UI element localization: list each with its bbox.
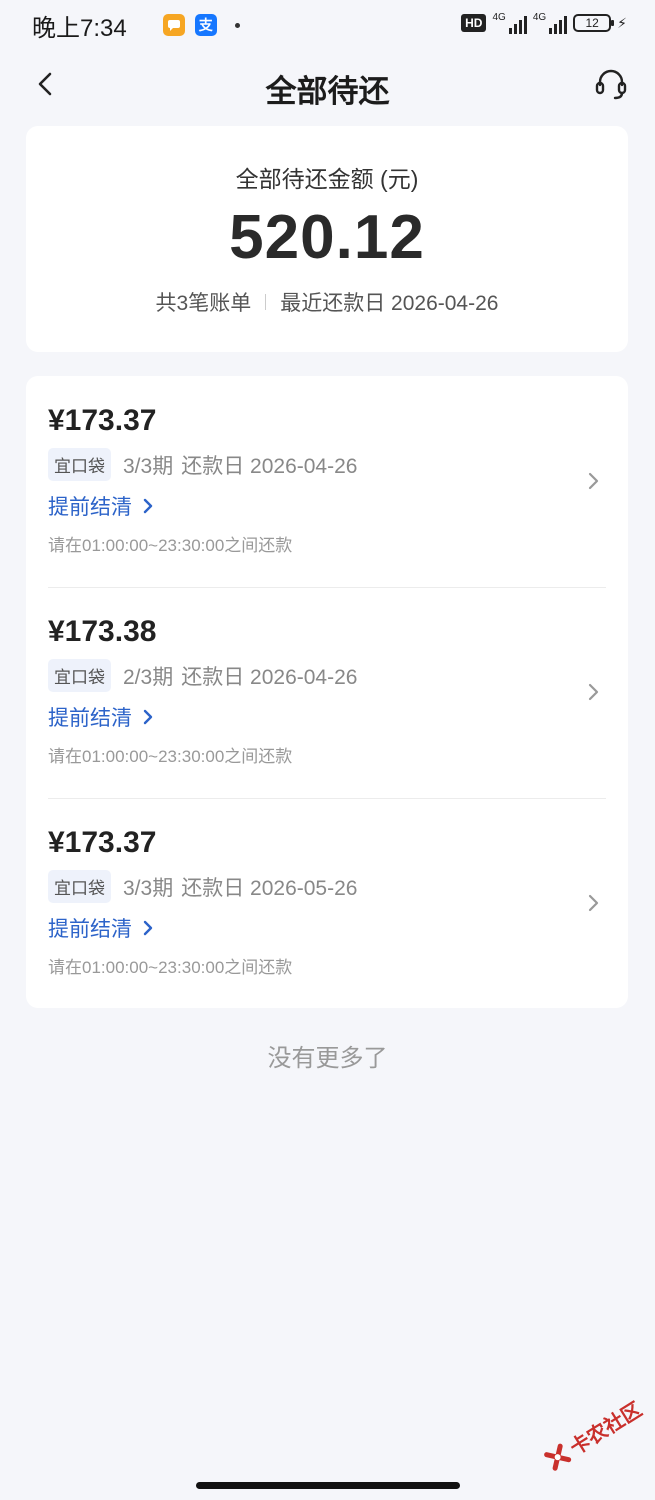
notification-icons: 支 [162, 14, 240, 36]
early-settle-link[interactable]: 提前结清 [48, 913, 154, 943]
repay-time-note: 请在01:00:00~23:30:00之间还款 [48, 536, 293, 555]
bill-amount: ¥173.37 [48, 404, 157, 437]
bill-list: ¥173.37 宜口袋 3/3期 还款日 2026-04-26 提前结清 请在0… [26, 376, 628, 1008]
latest-due-date: 最近还款日 2026-04-26 [280, 292, 499, 315]
product-tag: 宜口袋 [48, 448, 111, 481]
chevron-right-icon [143, 709, 153, 725]
bill-term: 3/3期 [123, 454, 174, 478]
page-title: 全部待还 [265, 74, 390, 109]
watermark-text: 卡农社区 [566, 1398, 646, 1460]
bill-item[interactable]: ¥173.37 宜口袋 3/3期 还款日 2026-04-26 提前结清 请在0… [26, 376, 628, 587]
chevron-right-icon [588, 683, 599, 701]
bill-amount: ¥173.38 [48, 615, 157, 648]
bill-due-date: 还款日 2026-04-26 [181, 665, 358, 689]
signal-icon-2: 4G [533, 12, 568, 34]
bill-term: 3/3期 [123, 876, 174, 900]
system-indicators: HD 4G 4G 12 ⚡ [461, 12, 627, 34]
alipay-icon: 支 [194, 14, 217, 36]
chevron-right-icon [143, 498, 153, 514]
signal-icon: 4G [492, 12, 527, 34]
home-indicator[interactable] [196, 1482, 460, 1489]
meta-divider [265, 294, 267, 310]
more-notifications-dot [234, 22, 240, 28]
status-time: 晚上7:34 [32, 14, 127, 42]
chevron-right-icon [588, 894, 599, 912]
status-bar: 晚上7:34 支 HD 4G 4G 12 ⚡ [0, 0, 655, 50]
charging-icon: ⚡ [617, 14, 627, 31]
no-more-text: 没有更多了 [267, 1045, 388, 1072]
bill-item[interactable]: ¥173.37 宜口袋 3/3期 还款日 2026-05-26 提前结清 请在0… [26, 798, 628, 1009]
early-settle-label: 提前结清 [48, 918, 132, 941]
nav-header: 全部待还 [0, 56, 655, 112]
hd-badge: HD [461, 14, 487, 32]
product-tag: 宜口袋 [48, 870, 111, 903]
chevron-right-icon [588, 472, 599, 490]
bill-item[interactable]: ¥173.38 宜口袋 2/3期 还款日 2026-04-26 提前结清 请在0… [26, 587, 628, 798]
bill-info: 宜口袋 3/3期 还款日 2026-05-26 [48, 870, 606, 903]
repay-time-note: 请在01:00:00~23:30:00之间还款 [48, 958, 293, 977]
bill-due-date: 还款日 2026-05-26 [181, 876, 358, 900]
bill-due-date: 还款日 2026-04-26 [181, 454, 358, 478]
bill-info: 宜口袋 3/3期 还款日 2026-04-26 [48, 448, 606, 481]
summary-card: 全部待还金额 (元) 520.12 共3笔账单 最近还款日 2026-04-26 [26, 126, 628, 352]
customer-service-headset-icon[interactable] [593, 66, 629, 102]
early-settle-label: 提前结清 [48, 496, 132, 519]
watermark: 卡农社区 [540, 1394, 647, 1476]
bill-amount: ¥173.37 [48, 826, 157, 859]
early-settle-link[interactable]: 提前结清 [48, 491, 154, 521]
bill-term: 2/3期 [123, 665, 174, 689]
chevron-right-icon [143, 920, 153, 936]
early-settle-link[interactable]: 提前结清 [48, 702, 154, 732]
bill-count: 共3笔账单 [155, 292, 252, 315]
total-amount: 520.12 [229, 203, 425, 272]
product-tag: 宜口袋 [48, 659, 111, 692]
summary-label: 全部待还金额 (元) [235, 166, 419, 192]
early-settle-label: 提前结清 [48, 707, 132, 730]
chat-bubble-icon [162, 14, 185, 36]
repay-time-note: 请在01:00:00~23:30:00之间还款 [48, 747, 293, 766]
battery-icon: 12 [573, 14, 615, 32]
summary-meta: 共3笔账单 最近还款日 2026-04-26 [26, 287, 628, 317]
bill-info: 宜口袋 2/3期 还款日 2026-04-26 [48, 659, 606, 692]
